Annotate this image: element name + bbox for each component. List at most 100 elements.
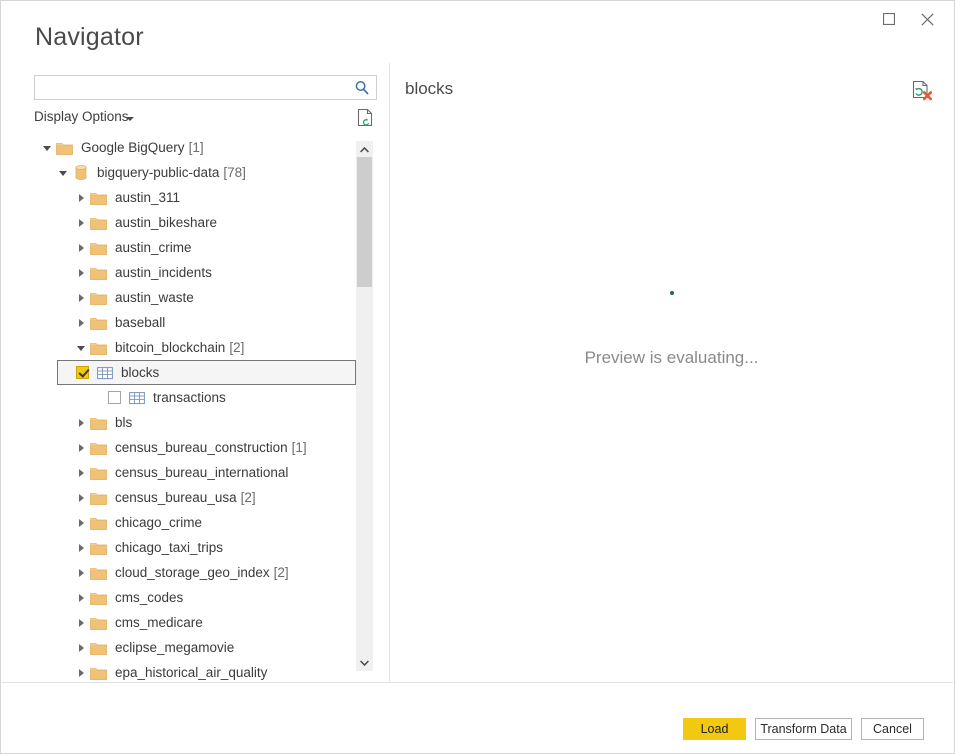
folder-icon <box>90 441 107 455</box>
cancel-refresh-icon[interactable] <box>911 80 933 102</box>
checkbox-unchecked[interactable] <box>108 391 121 404</box>
display-options-button[interactable]: Display Options <box>34 109 129 124</box>
folder-icon <box>90 540 107 556</box>
chevron-down-icon <box>360 660 369 666</box>
chevron-down-icon[interactable] <box>126 117 134 121</box>
table-icon <box>96 365 113 381</box>
expander-closed-icon[interactable] <box>72 444 90 452</box>
folder-icon <box>90 191 107 205</box>
expander-closed-icon[interactable] <box>72 544 90 552</box>
folder-icon <box>90 416 107 430</box>
tree-node-baseball[interactable]: baseball <box>34 310 356 335</box>
expander-closed-icon[interactable] <box>72 594 90 602</box>
expander-closed-icon[interactable] <box>72 644 90 652</box>
folder-icon <box>90 591 107 605</box>
chevron-up-icon <box>360 147 369 153</box>
expander-closed-icon[interactable] <box>72 294 90 302</box>
tree-node-label: blocks <box>121 365 159 380</box>
expander-open-icon[interactable] <box>54 169 72 176</box>
transform-data-button[interactable]: Transform Data <box>755 718 852 740</box>
refresh-document-icon[interactable] <box>357 108 374 127</box>
folder-icon <box>90 640 107 656</box>
expander-closed-icon[interactable] <box>72 419 90 427</box>
folder-icon <box>90 641 107 655</box>
tree-node-austin-waste[interactable]: austin_waste <box>34 285 356 310</box>
folder-icon <box>90 616 107 630</box>
search-input[interactable] <box>35 76 347 99</box>
tree-node-austin-311[interactable]: austin_311 <box>34 185 356 210</box>
tree-node-google-bigquery[interactable]: Google BigQuery[1] <box>34 135 356 160</box>
folder-icon <box>90 666 107 680</box>
tree-node-transactions[interactable]: transactions <box>34 385 356 410</box>
tree-node-blocks[interactable]: blocks <box>57 360 356 385</box>
tree-node-label: cms_medicare <box>115 615 203 630</box>
tree-node-label: epa_historical_air_quality <box>115 665 267 680</box>
tree-node-label: bitcoin_blockchain <box>115 340 225 355</box>
tree-node-census-bureau-construction[interactable]: census_bureau_construction[1] <box>34 435 356 460</box>
expander-open-icon[interactable] <box>72 344 90 351</box>
load-button[interactable]: Load <box>683 718 746 740</box>
expander-closed-icon[interactable] <box>72 669 90 677</box>
checkbox-checked[interactable] <box>76 366 89 379</box>
scrollbar-thumb[interactable] <box>357 157 372 287</box>
tree-node-austin-crime[interactable]: austin_crime <box>34 235 356 260</box>
expander-closed-icon[interactable] <box>72 194 90 202</box>
folder-icon <box>90 440 107 456</box>
tree-node-austin-bikeshare[interactable]: austin_bikeshare <box>34 210 356 235</box>
preview-title: blocks <box>405 79 453 99</box>
folder-icon <box>90 490 107 506</box>
expander-closed-icon[interactable] <box>72 244 90 252</box>
tree-node-bigquery-public-data[interactable]: bigquery-public-data[78] <box>34 160 356 185</box>
tree-node-census-bureau-usa[interactable]: census_bureau_usa[2] <box>34 485 356 510</box>
tree-node-count: [1] <box>292 440 307 455</box>
tree-node-chicago-crime[interactable]: chicago_crime <box>34 510 356 535</box>
table-icon <box>97 366 113 380</box>
cancel-button[interactable]: Cancel <box>861 718 924 740</box>
navigator-dialog: Navigator Display Options Google BigQuer… <box>0 0 955 754</box>
database-icon <box>72 165 89 181</box>
maximize-button[interactable] <box>874 5 904 33</box>
expander-open-icon[interactable] <box>38 144 56 151</box>
folder-icon <box>90 465 107 481</box>
tree-node-bls[interactable]: bls <box>34 410 356 435</box>
search-box[interactable] <box>34 75 377 100</box>
tree-node-eclipse-megamovie[interactable]: eclipse_megamovie <box>34 635 356 660</box>
dialog-footer: Load Transform Data Cancel <box>2 680 953 752</box>
expander-closed-icon[interactable] <box>72 519 90 527</box>
expander-closed-icon[interactable] <box>72 569 90 577</box>
expander-closed-icon[interactable] <box>72 494 90 502</box>
folder-icon <box>90 266 107 280</box>
folder-icon <box>90 340 107 356</box>
expander-closed-icon[interactable] <box>72 269 90 277</box>
expander-closed-icon[interactable] <box>72 319 90 327</box>
tree-node-chicago-taxi-trips[interactable]: chicago_taxi_trips <box>34 535 356 560</box>
tree-node-cms-codes[interactable]: cms_codes <box>34 585 356 610</box>
tree-node-count: [2] <box>274 565 289 580</box>
tree-node-austin-incidents[interactable]: austin_incidents <box>34 260 356 285</box>
folder-icon <box>90 541 107 555</box>
expander-closed-icon[interactable] <box>72 619 90 627</box>
tree-node-label: austin_311 <box>115 190 180 205</box>
folder-icon <box>90 415 107 431</box>
tree-node-bitcoin-blockchain[interactable]: bitcoin_blockchain[2] <box>34 335 356 360</box>
close-button[interactable] <box>912 5 942 33</box>
maximize-icon <box>883 13 895 25</box>
expander-closed-icon[interactable] <box>72 469 90 477</box>
object-tree[interactable]: Google BigQuery[1]bigquery-public-data[7… <box>34 135 379 681</box>
tree-node-label: austin_incidents <box>115 265 212 280</box>
tree-node-label: transactions <box>153 390 226 405</box>
search-icon <box>353 79 371 97</box>
tree-node-cms-medicare[interactable]: cms_medicare <box>34 610 356 635</box>
tree-node-cloud-storage-geo-index[interactable]: cloud_storage_geo_index [2] <box>34 560 356 585</box>
tree-node-label: cloud_storage_geo_index <box>115 565 270 580</box>
page-title: Navigator <box>35 23 144 52</box>
tree-node-count: [2] <box>241 490 256 505</box>
tree-node-label: austin_bikeshare <box>115 215 217 230</box>
scroll-up-button[interactable] <box>356 141 373 158</box>
tree-node-census-bureau-international[interactable]: census_bureau_international <box>34 460 356 485</box>
tree-node-epa-historical-air-quality[interactable]: epa_historical_air_quality <box>34 660 356 681</box>
scroll-down-button[interactable] <box>356 654 373 671</box>
tree-scrollbar[interactable] <box>356 141 373 671</box>
expander-closed-icon[interactable] <box>72 219 90 227</box>
tree-node-count: [78] <box>223 165 246 180</box>
